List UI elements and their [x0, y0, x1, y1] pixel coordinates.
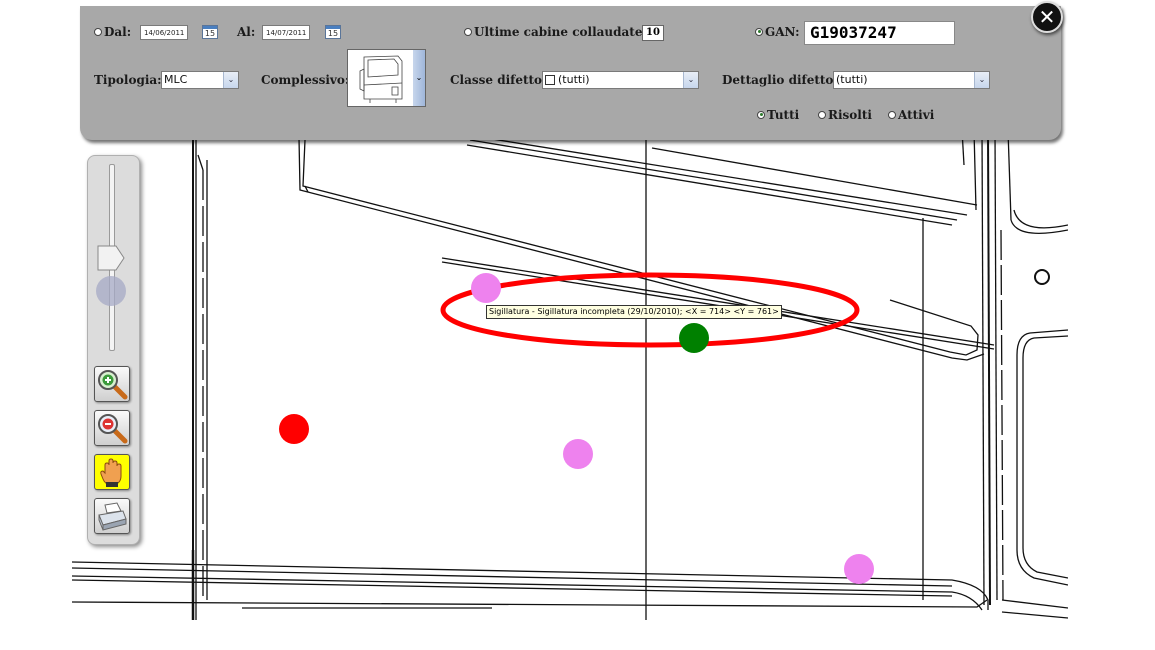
- calendar-day-label: 15: [327, 29, 339, 38]
- printer-icon: [98, 502, 127, 531]
- cabin-drawing-canvas[interactable]: [72, 130, 1068, 620]
- date-range-radio[interactable]: [94, 27, 102, 36]
- chevron-down-icon[interactable]: ⌄: [223, 72, 238, 88]
- date-from-option[interactable]: Dal:: [94, 25, 131, 39]
- zoom-out-button[interactable]: [94, 410, 130, 446]
- date-to-label: Al:: [237, 25, 256, 39]
- classe-difetto-select[interactable]: (tutti) ⌄: [542, 71, 699, 89]
- last-cabins-input[interactable]: 10: [642, 25, 664, 41]
- dettaglio-difetto-label: Dettaglio difetto:: [722, 73, 838, 87]
- status-label: Tutti: [767, 108, 800, 122]
- tipologia-select[interactable]: MLC ⌄: [161, 71, 239, 89]
- filter-panel: Dal: 14/06/2011 15 Al: 14/07/2011 15 Ult…: [80, 6, 1061, 140]
- zoom-in-button[interactable]: [94, 366, 130, 402]
- gan-option[interactable]: GAN:: [755, 25, 800, 39]
- status-option-attivi[interactable]: Attivi: [888, 108, 934, 122]
- last-cabins-label: Ultime cabine collaudate:: [474, 25, 647, 39]
- defect-marker[interactable]: [679, 323, 709, 353]
- chevron-down-icon[interactable]: ⌄: [974, 72, 989, 88]
- pan-hand-icon: [100, 458, 122, 487]
- status-radio[interactable]: [757, 110, 765, 119]
- zoom-out-icon: [98, 414, 128, 444]
- zoom-slider-thumb[interactable]: [96, 244, 126, 272]
- date-from-calendar-icon[interactable]: 15: [202, 25, 218, 39]
- cabin-thumbnail-icon: [359, 55, 403, 103]
- defect-marker[interactable]: [563, 439, 593, 469]
- calendar-day-label: 15: [204, 29, 216, 38]
- status-option-tutti[interactable]: Tutti: [757, 108, 799, 122]
- checkbox-icon[interactable]: [545, 75, 555, 85]
- dettaglio-difetto-select[interactable]: (tutti) ⌄: [833, 71, 990, 89]
- date-to-input[interactable]: 14/07/2011: [262, 25, 310, 40]
- zoom-in-icon: [98, 370, 128, 400]
- status-label: Attivi: [898, 108, 935, 122]
- complessivo-select[interactable]: ⌄: [347, 49, 426, 107]
- pan-button[interactable]: [94, 454, 130, 490]
- chevron-down-icon[interactable]: ⌄: [683, 72, 698, 88]
- tipologia-label: Tipologia:: [94, 73, 162, 87]
- status-radio[interactable]: [818, 110, 826, 119]
- date-from-input[interactable]: 14/06/2011: [140, 25, 188, 40]
- cabin-technical-drawing: [72, 130, 1068, 620]
- defect-tooltip: Sigillatura - Sigillatura incompleta (29…: [486, 305, 782, 319]
- gan-radio[interactable]: [755, 27, 763, 36]
- slider-shadow: [96, 276, 126, 306]
- dettaglio-difetto-value: (tutti): [836, 73, 868, 86]
- print-button[interactable]: [94, 498, 130, 534]
- status-option-risolti[interactable]: Risolti: [818, 108, 872, 122]
- last-cabins-radio[interactable]: [464, 27, 472, 36]
- status-radio[interactable]: [888, 110, 896, 119]
- tipologia-value: MLC: [164, 73, 188, 86]
- status-label: Risolti: [828, 108, 872, 122]
- chevron-down-icon[interactable]: ⌄: [413, 50, 425, 106]
- gan-label: GAN:: [765, 25, 800, 39]
- defect-marker[interactable]: [471, 273, 501, 303]
- gan-input[interactable]: G19037247: [804, 21, 955, 45]
- complessivo-label: Complessivo:: [261, 73, 350, 87]
- close-icon[interactable]: ✕: [1031, 1, 1063, 33]
- date-from-label: Dal:: [104, 25, 132, 39]
- classe-difetto-label: Classe difetto:: [450, 73, 547, 87]
- defect-marker[interactable]: [279, 414, 309, 444]
- zoom-toolbar: [87, 155, 140, 545]
- date-to-calendar-icon[interactable]: 15: [325, 25, 341, 39]
- last-cabins-option[interactable]: Ultime cabine collaudate:: [464, 25, 647, 39]
- defect-marker[interactable]: [844, 554, 874, 584]
